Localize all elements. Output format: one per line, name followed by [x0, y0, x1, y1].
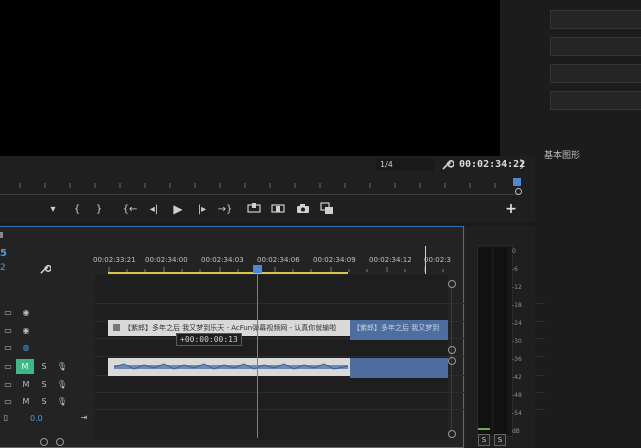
mark-out-button[interactable]: } [90, 201, 108, 217]
vertical-scroll-handle[interactable] [448, 430, 456, 438]
meter-channel-right [494, 248, 507, 434]
vertical-scroll-handle[interactable] [448, 357, 456, 365]
lift-icon[interactable] [247, 203, 261, 214]
track-output-icon[interactable]: ▭ [2, 342, 14, 352]
meter-label: -18 [512, 302, 522, 309]
master-volume-value[interactable]: 0.0 [30, 414, 43, 423]
eye-icon[interactable]: ◉ [20, 325, 32, 335]
timeline-settings-wrench-icon[interactable] [38, 263, 51, 276]
mute-button[interactable]: M [20, 379, 32, 389]
step-back-button[interactable]: ◂| [145, 201, 163, 217]
program-timecode[interactable]: 00:02:34:22 [459, 158, 525, 172]
meter-label: -12 [512, 284, 522, 291]
monitor-scrub-bar[interactable] [0, 184, 517, 195]
go-to-out-button[interactable]: →} [216, 201, 234, 217]
settings-wrench-icon[interactable] [440, 158, 454, 172]
meter-solo-left-button[interactable]: S [478, 434, 490, 446]
mute-button[interactable]: M [20, 396, 32, 406]
meter-label: dB [512, 428, 520, 435]
monitor-side-panel [500, 0, 535, 156]
step-forward-button[interactable]: |▸ [193, 201, 211, 217]
work-area-bar[interactable] [108, 272, 348, 274]
microphone-icon[interactable]: 🎙 [56, 379, 68, 389]
playback-resolution-select[interactable]: 1/4 [376, 159, 434, 171]
audio-clip-selected[interactable] [350, 358, 448, 378]
microphone-icon[interactable]: 🎙 [56, 361, 68, 371]
track-output-icon[interactable]: ▭ [2, 307, 14, 317]
compare-view-icon[interactable] [320, 202, 334, 215]
trim-tooltip: +00:00:00:13 [176, 333, 242, 346]
fx-badge-icon [113, 324, 120, 331]
ruler-label: 00:02:34:03 [201, 256, 244, 264]
microphone-icon[interactable]: 🎙 [56, 396, 68, 406]
audio-waveform [114, 363, 348, 370]
track-output-icon[interactable]: ▭ [2, 379, 14, 389]
track-output-icon[interactable]: ▭ [2, 325, 14, 335]
clip-title: 【紫郎】多年之后 我又梦到乐天 - AcFun弹幕视频网 - 认真你就输啦 [124, 324, 337, 332]
clip-title-blue: 【紫郎】多年之后 我又梦到 [353, 324, 440, 332]
meter-label: -6 [512, 266, 518, 273]
horizontal-scroll-handle[interactable] [56, 438, 64, 446]
ruler-label: 00:02:33:21 [93, 256, 136, 264]
sequence-timecode[interactable]: 5 [0, 248, 7, 259]
ruler-ticks [108, 267, 444, 272]
export-frame-camera-icon[interactable] [296, 203, 310, 214]
vertical-scroll-handle[interactable] [448, 280, 456, 288]
go-to-end-icon[interactable]: ⇥ [78, 412, 90, 422]
solo-button[interactable]: S [38, 379, 50, 389]
ruler-label: 00:02:3 [424, 256, 451, 264]
meter-label: -48 [512, 392, 522, 399]
timeline-playhead-line[interactable] [257, 266, 258, 438]
right-panel-field-1[interactable] [550, 10, 641, 29]
meter-label: -30 [512, 338, 522, 345]
horizontal-scroll-handle[interactable] [40, 438, 48, 446]
solo-button[interactable]: S [38, 396, 50, 406]
essential-graphics-title[interactable]: 基本图形 [544, 148, 580, 161]
go-to-in-button[interactable]: {← [121, 201, 139, 217]
right-panel-field-3[interactable] [550, 64, 641, 83]
mute-button-active[interactable]: M [16, 359, 34, 374]
master-track-icon[interactable]: ▯ [0, 412, 12, 422]
solo-button[interactable]: S [38, 361, 50, 371]
timecode-bracket: } [519, 159, 526, 170]
button-editor-add-button[interactable]: + [503, 201, 519, 217]
video-clip-selected[interactable]: 【紫郎】多年之后 我又梦到 [350, 320, 448, 340]
track-output-icon[interactable]: ▭ [2, 396, 14, 406]
ruler-label: 00:02:34:00 [145, 256, 188, 264]
ruler-label: 00:02:34:06 [257, 256, 300, 264]
extract-icon[interactable] [271, 203, 285, 214]
ruler-label: 00:02:34:12 [369, 256, 412, 264]
meter-channel-left [478, 248, 491, 434]
eye-icon[interactable]: ◉ [20, 307, 32, 317]
meter-label: -24 [512, 320, 522, 327]
meter-level-indicator [478, 428, 490, 430]
audio-clip[interactable] [108, 358, 350, 376]
right-panel-field-2[interactable] [550, 37, 641, 56]
timeline-playhead-head[interactable] [253, 265, 262, 273]
eye-hidden-icon[interactable]: ◍ [20, 342, 32, 352]
monitor-end-handle[interactable] [515, 188, 522, 195]
track-output-icon[interactable]: ▭ [2, 361, 14, 371]
ruler-label: 00:02:34:09 [313, 256, 356, 264]
meter-label: -42 [512, 374, 522, 381]
sequence-tab-marker[interactable] [0, 232, 3, 238]
program-monitor-video[interactable] [0, 0, 500, 156]
play-button[interactable]: ▶ [169, 201, 187, 217]
meter-label: 0 [512, 248, 516, 255]
monitor-playhead[interactable] [513, 178, 521, 186]
out-point-marker[interactable] [425, 246, 426, 274]
vertical-scroll-handle[interactable] [448, 346, 456, 354]
snap-icon[interactable]: 2 [0, 263, 6, 273]
meter-solo-right-button[interactable]: S [494, 434, 506, 446]
right-panel-field-4[interactable] [550, 91, 641, 110]
meter-label: -36 [512, 356, 522, 363]
add-marker-button[interactable]: ▾ [44, 201, 62, 217]
mark-in-button[interactable]: { [68, 201, 86, 217]
meter-label: -54 [512, 410, 522, 417]
